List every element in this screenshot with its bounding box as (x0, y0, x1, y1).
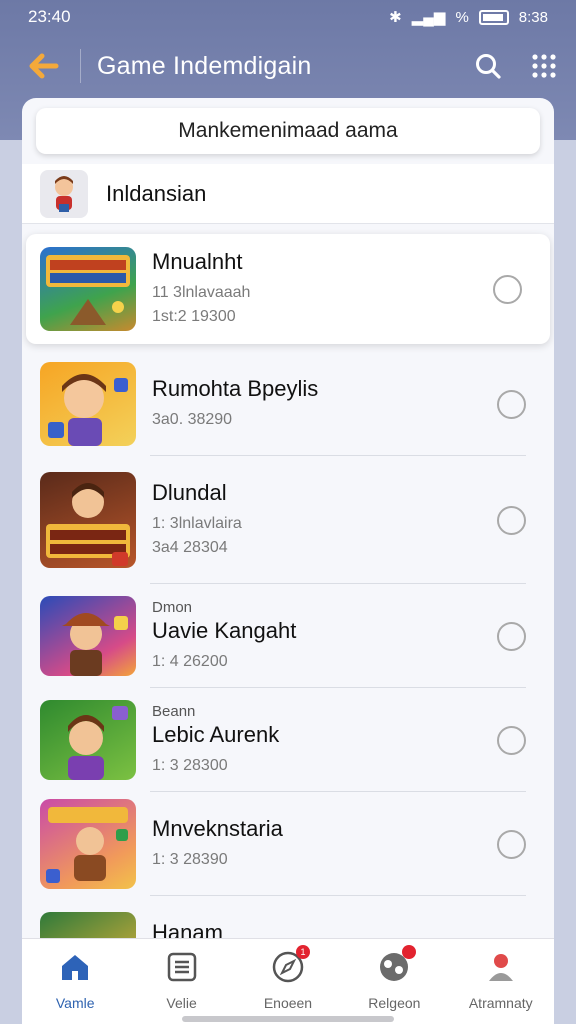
game-info: Rumohta Bpeylis 3a0. 38290 (152, 376, 497, 432)
select-radio[interactable] (497, 389, 526, 419)
select-radio[interactable] (497, 829, 526, 859)
game-meta: 11 3lnlavaaah (152, 284, 251, 301)
game-thumbnail (40, 362, 136, 446)
game-item-1[interactable]: Rumohta Bpeylis 3a0. 38290 (22, 352, 554, 456)
search-input[interactable]: Mankemenimaad aama (36, 108, 540, 154)
home-icon (57, 949, 93, 985)
game-meta-secondary: 1st:2 19300 (152, 308, 236, 325)
category-label: Inldansian (106, 180, 207, 206)
content-sheet: Mankemenimaad aama Inldansian Mnualnht 1… (22, 98, 554, 1024)
game-info: Dmon Uavie Kangaht 1: 4 26200 (152, 599, 497, 674)
game-thumbnail (40, 596, 136, 676)
bluetooth-icon: ✱ (389, 9, 402, 26)
arrow-left-icon (29, 53, 59, 79)
grid-icon (532, 54, 556, 78)
game-meta: 1: 3lnlavlaira (152, 515, 242, 532)
app-bar-divider (80, 49, 81, 83)
grid-menu-button[interactable] (520, 38, 568, 94)
game-thumbnail (40, 799, 136, 889)
game-name: Rumohta Bpeylis (152, 376, 319, 401)
game-item-5[interactable]: Mnveknstaria 1: 3 28390 (22, 792, 554, 896)
game-meta-secondary: 3a4 28304 (152, 539, 228, 556)
game-name: Mnveknstaria (152, 816, 283, 841)
character-icon (55, 175, 73, 212)
category-avatar (40, 169, 88, 218)
category-row[interactable]: Inldansian (22, 164, 554, 224)
nav-label: Velie (166, 995, 197, 1011)
nav-label: Vamle (55, 995, 95, 1011)
compass-icon: 1 (270, 945, 310, 985)
nav-item-discover[interactable]: 1 Enoeen (238, 945, 338, 1011)
status-time-right: 8:38 (518, 8, 548, 26)
nav-label: Enoeen (263, 995, 313, 1011)
game-item-2[interactable]: Dlundal 1: 3lnlavlaira 3a4 28304 (22, 456, 554, 584)
list-icon (164, 949, 200, 985)
page-title: Game Indemdigain (97, 51, 312, 80)
game-thumbnail (40, 247, 136, 331)
game-name: Lebic Aurenk (152, 721, 280, 747)
game-thumbnail (40, 472, 136, 568)
app-bar: Game Indemdigain (0, 38, 576, 94)
game-name: Uavie Kangaht (152, 617, 297, 643)
game-prefix: Dmon (152, 598, 193, 616)
game-name: Dlundal (152, 480, 227, 505)
game-prefix: Beann (152, 702, 196, 720)
game-item-4[interactable]: Beann Lebic Aurenk 1: 3 28300 (22, 688, 554, 792)
status-bar: 23:40 ✱ ▂▄▆ % 8:38 (0, 0, 576, 34)
select-radio[interactable] (493, 274, 522, 304)
game-info: Dlundal 1: 3lnlavlaira 3a4 28304 (152, 480, 497, 560)
person-icon (483, 949, 519, 985)
select-radio[interactable] (497, 621, 526, 651)
game-meta: 1: 3 28300 (152, 756, 228, 774)
game-info: Mnveknstaria 1: 3 28390 (152, 816, 497, 872)
notification-badge (402, 945, 417, 959)
game-name: Mnualnht (152, 249, 243, 274)
status-icons: ✱ ▂▄▆ % 8:38 (389, 8, 548, 27)
game-item-3[interactable]: Dmon Uavie Kangaht 1: 4 26200 (22, 584, 554, 688)
game-thumbnail (40, 700, 136, 780)
notification-badge: 1 (295, 945, 310, 959)
select-radio[interactable] (497, 505, 526, 535)
gamepad-icon (376, 945, 417, 985)
nav-label: Atramnaty (468, 995, 533, 1011)
home-indicator (182, 1016, 394, 1022)
game-item-0[interactable]: Mnualnht 11 3lnlavaaah 1st:2 19300 (26, 234, 550, 344)
back-button[interactable] (14, 38, 74, 94)
nav-item-account[interactable]: Atramnaty (451, 949, 551, 1011)
game-meta: 1: 3 28390 (152, 851, 228, 868)
game-info: Beann Lebic Aurenk 1: 3 28300 (152, 703, 497, 778)
signal-icon: ▂▄▆ (411, 9, 446, 26)
nav-item-list[interactable]: Velie (132, 949, 232, 1011)
search-button[interactable] (464, 38, 512, 94)
game-meta: 1: 4 26200 (152, 652, 228, 670)
game-meta: 3a0. 38290 (152, 411, 233, 428)
game-list: Mnualnht 11 3lnlavaaah 1st:2 19300 Rumoh… (22, 234, 554, 1000)
game-info: Mnualnht 11 3lnlavaaah 1st:2 19300 (152, 249, 493, 329)
bottom-nav: Vamle Velie 1 Enoeen Relgeon Atramnaty (22, 938, 554, 1024)
select-radio[interactable] (497, 725, 526, 755)
nav-item-games[interactable]: Relgeon (344, 945, 444, 1011)
status-time-left: 23:40 (28, 7, 71, 26)
search-icon (476, 54, 501, 79)
signal-text: % (455, 8, 469, 26)
nav-label: Relgeon (368, 995, 421, 1011)
nav-item-home[interactable]: Vamle (25, 949, 125, 1011)
battery-icon (478, 9, 509, 25)
